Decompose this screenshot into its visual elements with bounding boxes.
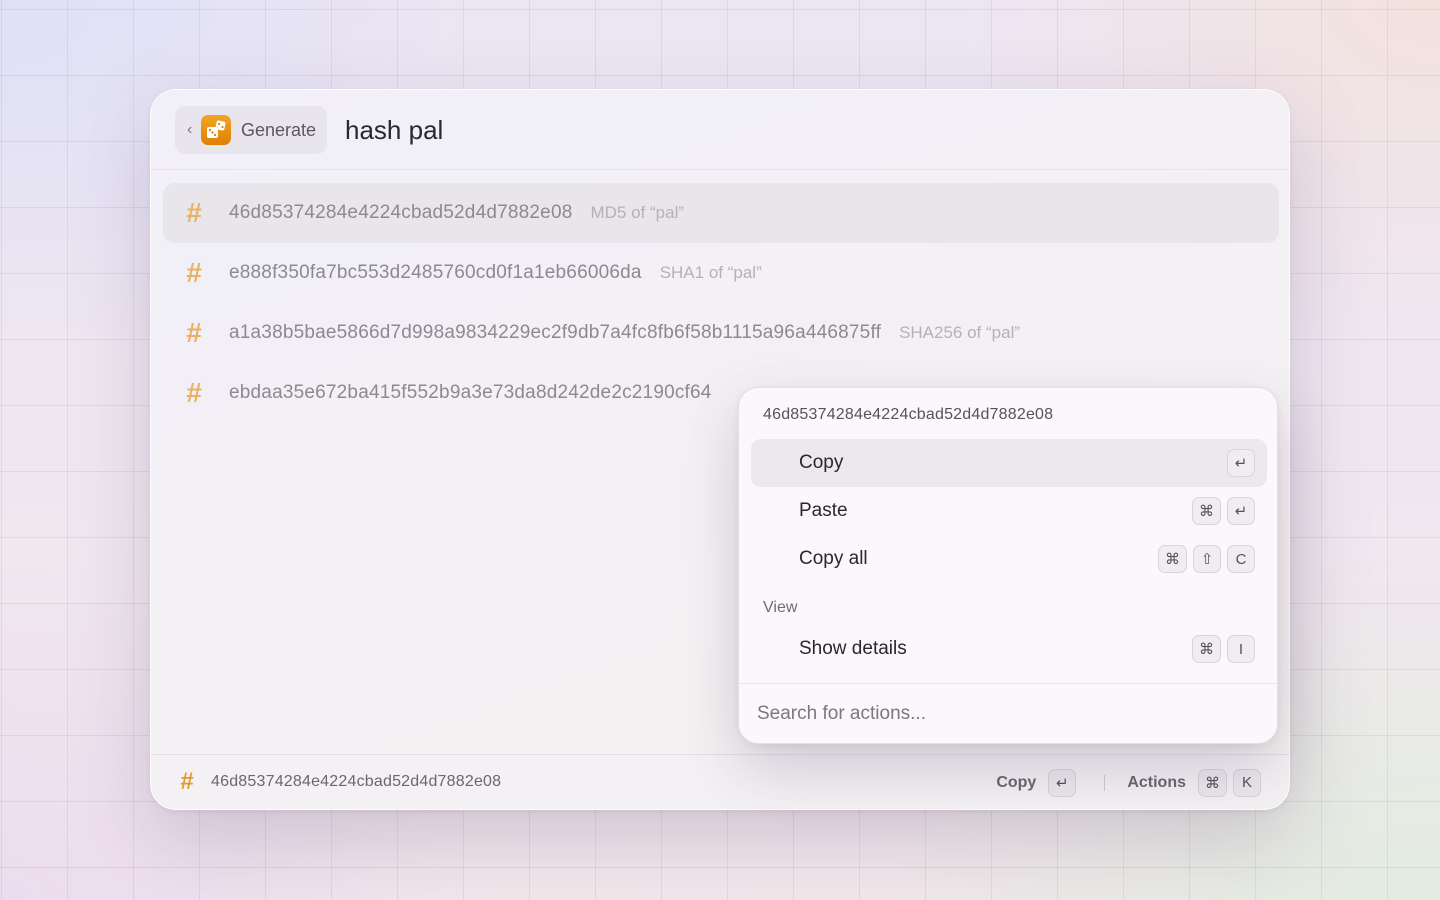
action-shortcut: ↵ bbox=[1227, 439, 1255, 487]
action-label: Copy bbox=[799, 452, 844, 473]
chevron-left-icon: ‹ bbox=[187, 121, 193, 138]
action-label: Paste bbox=[799, 500, 848, 521]
back-button[interactable]: ‹ Generate bbox=[175, 106, 327, 154]
result-title: a1a38b5bae5866d7d998a9834229ec2f9db7a4fc… bbox=[229, 322, 882, 343]
primary-action-button[interactable]: Copy bbox=[996, 774, 1036, 792]
back-button-label: Generate bbox=[241, 119, 317, 140]
hash-icon: # bbox=[186, 197, 202, 228]
result-row-md5[interactable]: # 46d85374284e4224cbad52d4d7882e08 MD5 o… bbox=[163, 183, 1279, 243]
hash-icon: # bbox=[180, 768, 194, 795]
action-bar: # 46d85374284e4224cbad52d4d7882e08 Copy … bbox=[151, 754, 1289, 809]
result-subtitle: MD5 of “pal” bbox=[590, 203, 685, 222]
hash-icon: # bbox=[186, 257, 202, 288]
result-row-sha1[interactable]: # e888f350fa7bc553d2485760cd0f1a1eb66006… bbox=[163, 243, 1279, 303]
actions-panel: 46d85374284e4224cbad52d4d7882e08 Copy ↵ … bbox=[738, 387, 1278, 744]
k-key: K bbox=[1233, 768, 1261, 797]
action-shortcut: ⌘ ⇧ C bbox=[1158, 535, 1255, 583]
enter-key-icon: ↵ bbox=[1227, 449, 1255, 477]
action-show-details[interactable]: Show details ⌘ I bbox=[751, 625, 1267, 673]
action-paste[interactable]: Paste ⌘ ↵ bbox=[751, 487, 1267, 535]
result-title: e888f350fa7bc553d2485760cd0f1a1eb66006da bbox=[229, 262, 642, 283]
result-title: ebdaa35e672ba415f552b9a3e73da8d242de2c21… bbox=[229, 382, 712, 403]
shift-key-icon: ⇧ bbox=[1193, 545, 1221, 573]
footer-actions: Copy ↵ Actions ⌘ K bbox=[996, 755, 1261, 809]
hash-icon: # bbox=[186, 377, 202, 408]
search-input[interactable]: hash pal bbox=[345, 112, 443, 148]
action-shortcut: ⌘ ↵ bbox=[1192, 487, 1255, 535]
hash-icon: # bbox=[186, 317, 202, 348]
command-key-icon: ⌘ bbox=[1158, 545, 1187, 573]
actions-search-input[interactable] bbox=[757, 702, 1277, 725]
result-row-sha256[interactable]: # a1a38b5bae5866d7d998a9834229ec2f9db7a4… bbox=[163, 303, 1279, 363]
action-label: Show details bbox=[799, 638, 907, 659]
enter-key-icon: ↵ bbox=[1048, 768, 1077, 797]
action-copy-all[interactable]: Copy all ⌘ ⇧ C bbox=[751, 535, 1267, 583]
result-subtitle: SHA256 of “pal” bbox=[899, 323, 1021, 342]
result-title: 46d85374284e4224cbad52d4d7882e08 bbox=[229, 202, 573, 223]
search-header: ‹ Generate hash pal bbox=[151, 90, 1289, 170]
action-shortcut: ⌘ I bbox=[1192, 625, 1255, 673]
actions-search bbox=[739, 683, 1277, 743]
command-key-icon: ⌘ bbox=[1192, 635, 1221, 663]
enter-key-icon: ↵ bbox=[1227, 497, 1255, 525]
c-key: C bbox=[1227, 545, 1255, 573]
command-key-icon: ⌘ bbox=[1192, 497, 1221, 525]
actions-panel-title: 46d85374284e4224cbad52d4d7882e08 bbox=[763, 406, 1054, 423]
footer-divider bbox=[1104, 774, 1106, 791]
action-copy[interactable]: Copy ↵ bbox=[751, 439, 1267, 487]
section-view-heading: View bbox=[763, 599, 798, 616]
i-key: I bbox=[1227, 635, 1255, 663]
actions-button[interactable]: Actions bbox=[1127, 774, 1186, 792]
result-subtitle: SHA1 of “pal” bbox=[659, 263, 762, 282]
selected-item-title: 46d85374284e4224cbad52d4d7882e08 bbox=[211, 773, 502, 790]
action-label: Copy all bbox=[799, 548, 868, 569]
dice-icon bbox=[201, 115, 231, 145]
command-key-icon: ⌘ bbox=[1198, 768, 1227, 797]
